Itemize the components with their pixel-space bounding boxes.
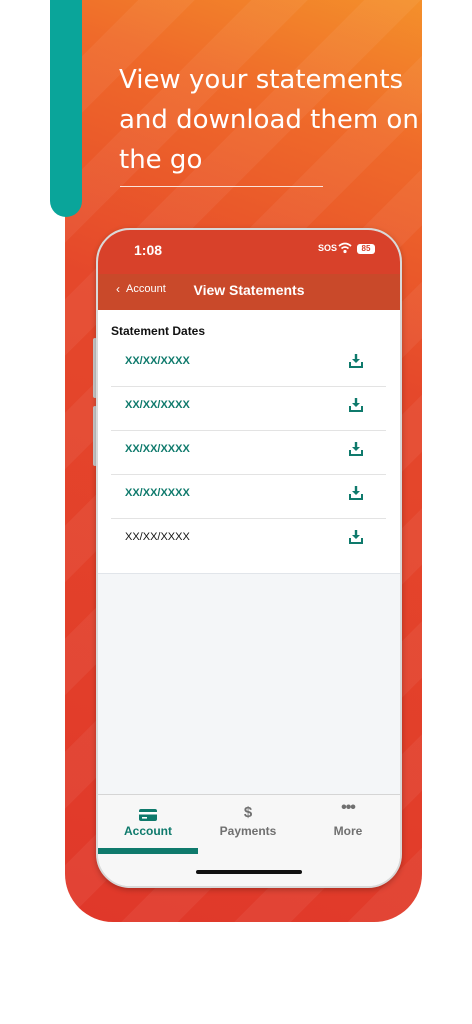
wifi-icon bbox=[338, 242, 352, 254]
navigation-bar: ‹ Account View Statements bbox=[98, 274, 400, 310]
active-tab-indicator bbox=[98, 848, 198, 854]
dollar-icon: $ bbox=[243, 804, 253, 821]
tab-label: More bbox=[333, 824, 363, 838]
statement-date-link[interactable]: XX/XX/XXXX bbox=[125, 399, 190, 411]
card-icon bbox=[139, 809, 157, 821]
tab-more[interactable]: ••• More bbox=[298, 795, 398, 857]
statement-date-link[interactable]: XX/XX/XXXX bbox=[125, 355, 190, 367]
download-icon[interactable] bbox=[349, 397, 363, 413]
statement-row[interactable]: XX/XX/XXXX bbox=[98, 386, 400, 430]
download-icon[interactable] bbox=[349, 485, 363, 501]
statement-date-link[interactable]: XX/XX/XXXX bbox=[125, 487, 190, 499]
section-title: Statement Dates bbox=[111, 324, 206, 338]
statement-row[interactable]: XX/XX/XXXX bbox=[98, 342, 400, 386]
statement-date: XX/XX/XXXX bbox=[125, 531, 190, 543]
home-indicator bbox=[196, 870, 302, 874]
status-bar: 1:08 SOS 85 bbox=[98, 230, 400, 274]
statement-row[interactable]: XX/XX/XXXX bbox=[98, 474, 400, 518]
download-icon[interactable] bbox=[349, 529, 363, 545]
main-content: Statement Dates XX/XX/XXXX XX/XX/XXXX XX… bbox=[98, 310, 400, 794]
headline-underline bbox=[120, 186, 323, 187]
page-title: View Statements bbox=[193, 282, 305, 298]
tab-label: Account bbox=[124, 824, 172, 838]
more-icon: ••• bbox=[341, 799, 356, 816]
tab-label: Payments bbox=[219, 824, 277, 838]
battery-icon: 85 bbox=[357, 244, 375, 254]
carrier-label: SOS bbox=[318, 243, 338, 253]
promo-headline: View your statements and download them o… bbox=[119, 65, 419, 175]
tab-payments[interactable]: $ Payments bbox=[198, 795, 298, 857]
statement-date-link[interactable]: XX/XX/XXXX bbox=[125, 443, 190, 455]
statement-row[interactable]: XX/XX/XXXX bbox=[98, 518, 400, 562]
phone-frame: 1:08 SOS 85 ‹ Account View Statements St… bbox=[96, 228, 402, 888]
accent-bar bbox=[50, 0, 82, 217]
download-icon[interactable] bbox=[349, 353, 363, 369]
status-time: 1:08 bbox=[134, 242, 163, 258]
statement-list: Statement Dates XX/XX/XXXX XX/XX/XXXX XX… bbox=[98, 310, 400, 574]
statement-row[interactable]: XX/XX/XXXX bbox=[98, 430, 400, 474]
download-icon[interactable] bbox=[349, 441, 363, 457]
